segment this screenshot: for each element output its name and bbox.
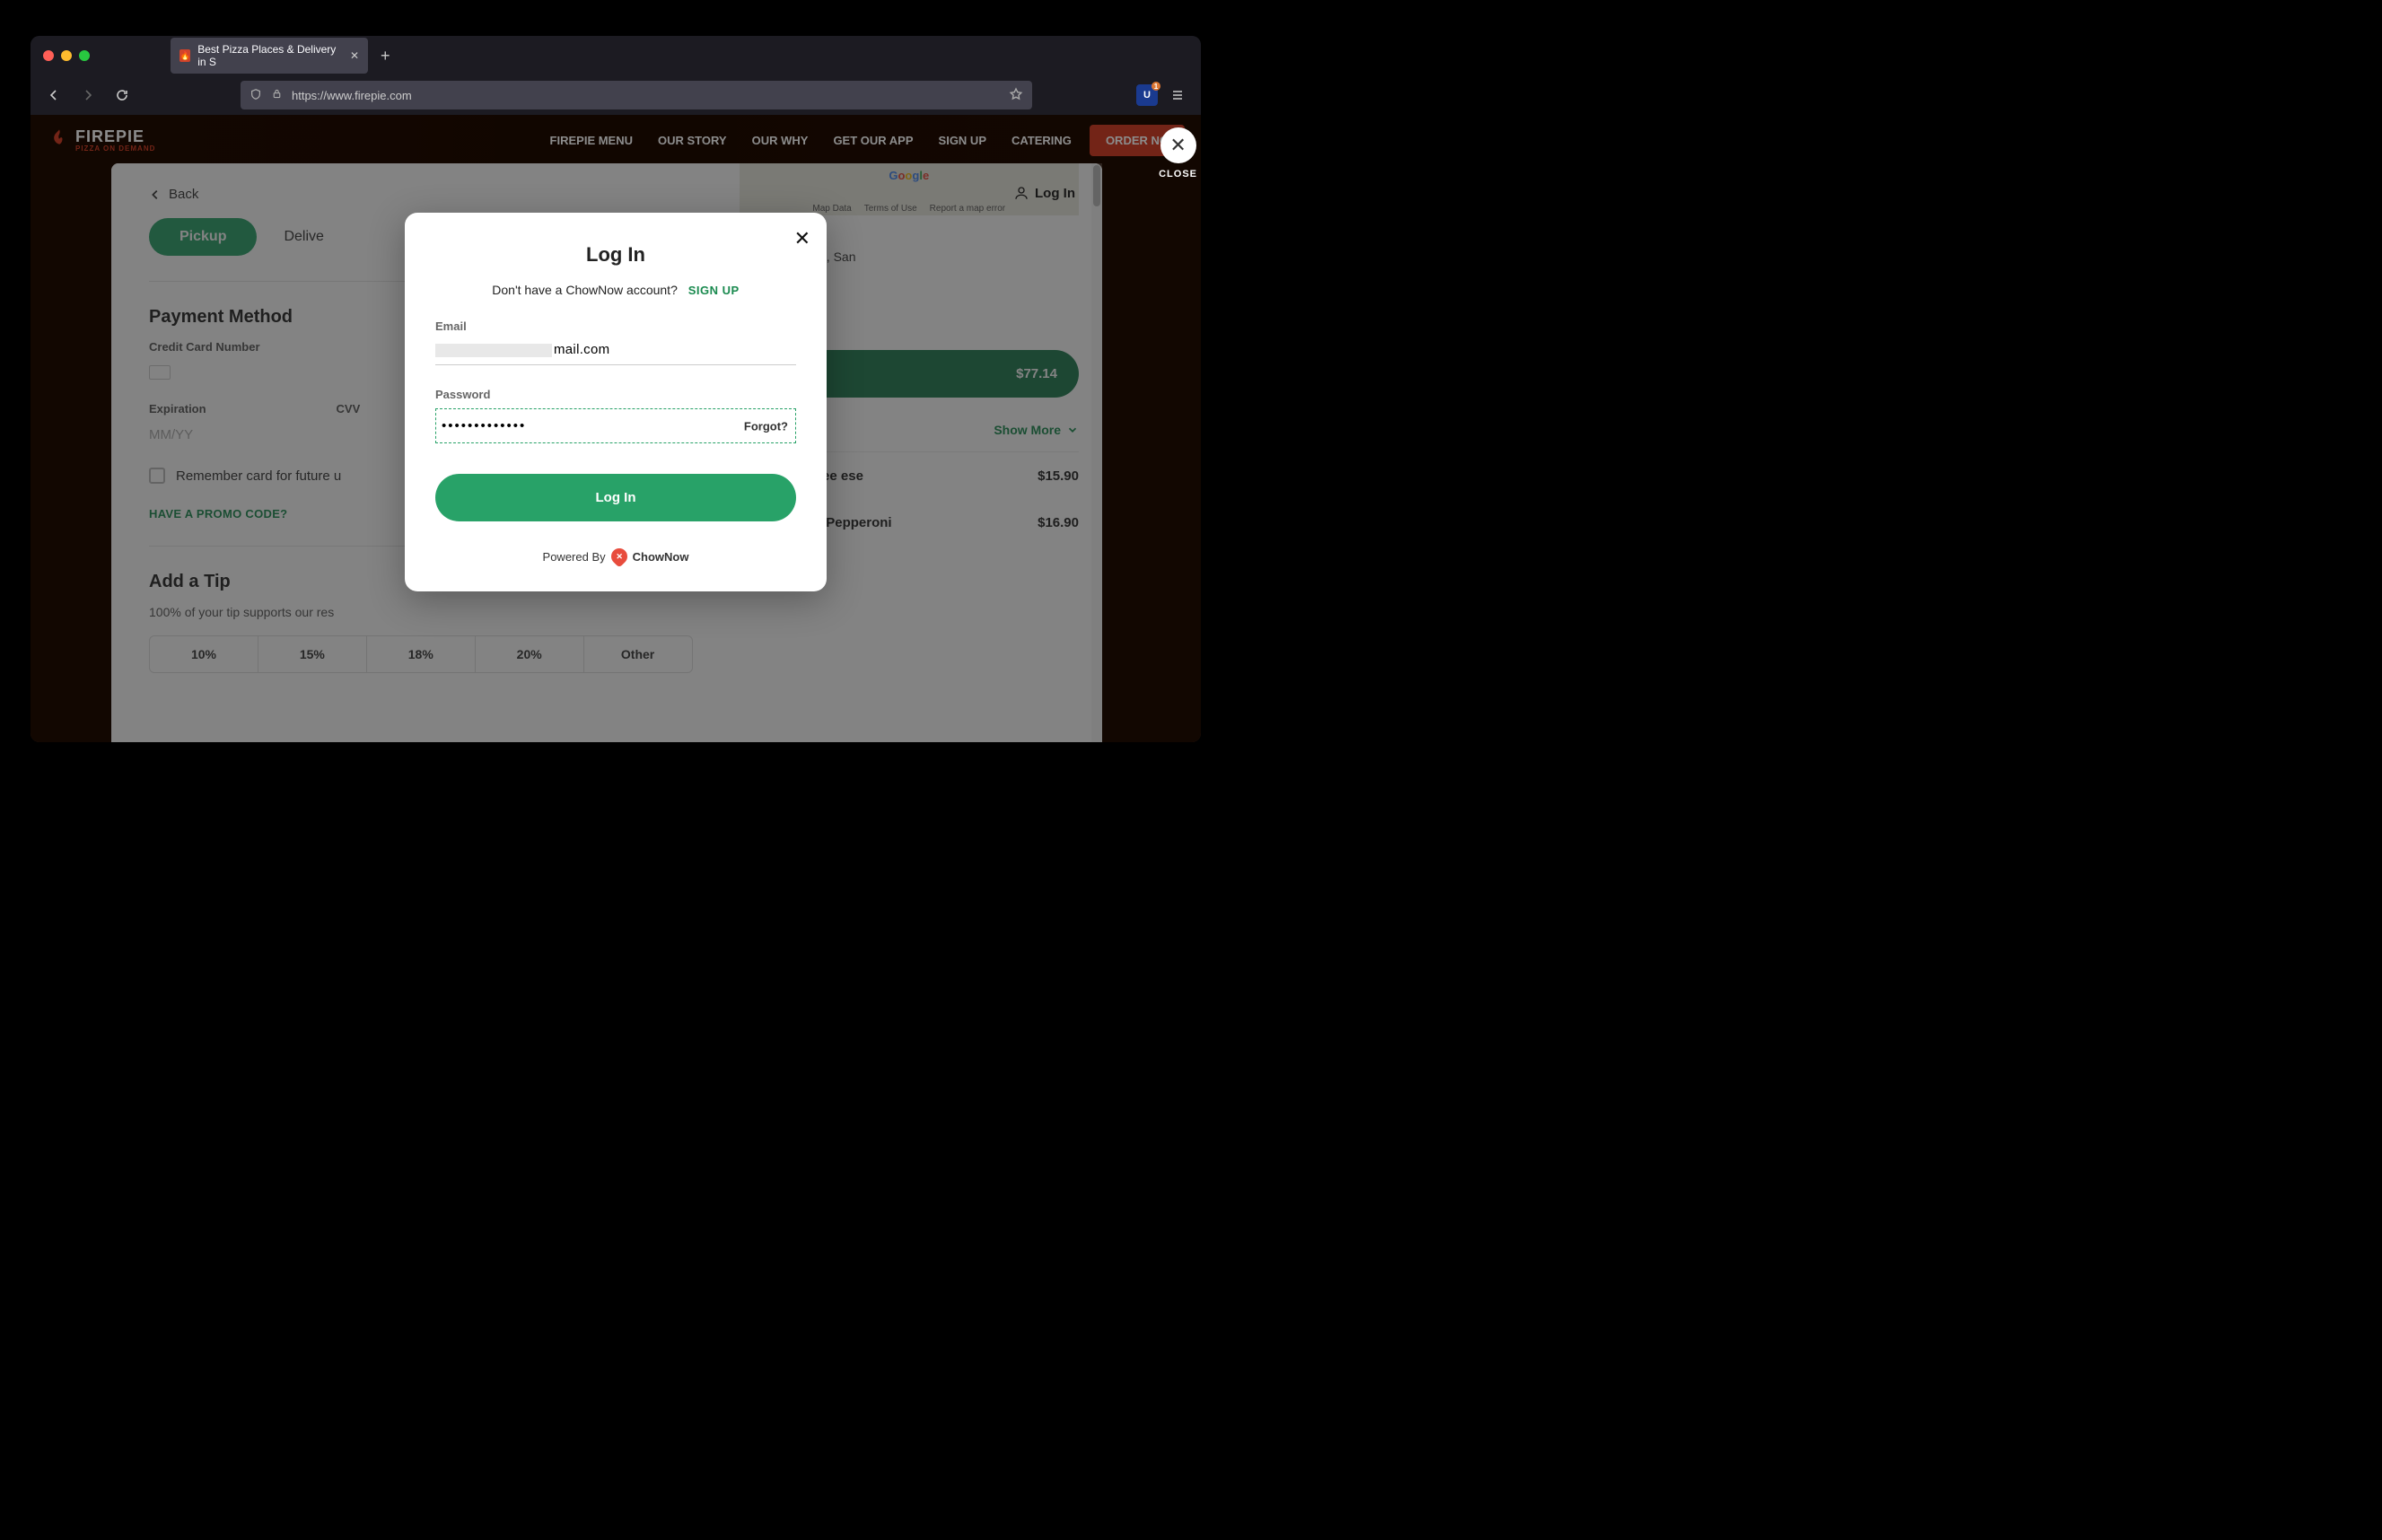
redacted-text bbox=[435, 344, 552, 357]
window-controls bbox=[43, 50, 90, 61]
new-tab-button[interactable]: + bbox=[381, 47, 390, 66]
browser-tab[interactable]: 🔥 Best Pizza Places & Delivery in S ✕ bbox=[171, 38, 368, 74]
url-text: https://www.firepie.com bbox=[292, 89, 412, 102]
reload-button[interactable] bbox=[108, 81, 136, 109]
minimize-window-button[interactable] bbox=[61, 50, 72, 61]
password-input-wrap: Forgot? bbox=[435, 408, 796, 443]
tab-close-icon[interactable]: ✕ bbox=[350, 49, 359, 62]
page-content: FIREPIE PIZZA ON DEMAND FIREPIE MENU OUR… bbox=[31, 115, 1201, 742]
chownow-brand: ChowNow bbox=[633, 550, 689, 564]
back-button[interactable] bbox=[39, 81, 68, 109]
powered-by: Powered By ChowNow bbox=[435, 548, 796, 564]
login-modal: ✕ Log In Don't have a ChowNow account? S… bbox=[405, 213, 827, 591]
signup-link[interactable]: SIGN UP bbox=[688, 284, 740, 297]
chownow-icon bbox=[608, 545, 630, 567]
lock-icon bbox=[271, 88, 283, 102]
modal-close-button[interactable]: ✕ bbox=[794, 227, 810, 250]
close-icon: ✕ bbox=[1160, 127, 1196, 163]
close-label: CLOSE bbox=[1159, 169, 1197, 179]
favicon-icon: 🔥 bbox=[180, 49, 190, 62]
menu-button[interactable] bbox=[1163, 81, 1192, 109]
url-bar[interactable]: https://www.firepie.com bbox=[241, 81, 1032, 109]
email-input[interactable]: mail.com bbox=[435, 335, 796, 365]
modal-title: Log In bbox=[435, 243, 796, 267]
bookmark-star-icon[interactable] bbox=[1009, 87, 1023, 104]
password-input[interactable] bbox=[442, 411, 790, 441]
forgot-link[interactable]: Forgot? bbox=[744, 419, 788, 433]
forward-button[interactable] bbox=[74, 81, 102, 109]
shield-icon bbox=[250, 88, 262, 103]
password-field: Password Forgot? bbox=[435, 387, 796, 443]
close-overlay-button[interactable]: ✕ CLOSE bbox=[1159, 127, 1197, 179]
login-submit-button[interactable]: Log In bbox=[435, 474, 796, 521]
toolbar: https://www.firepie.com U bbox=[31, 75, 1201, 115]
browser-window: 🔥 Best Pizza Places & Delivery in S ✕ + … bbox=[31, 36, 1201, 742]
tab-title: Best Pizza Places & Delivery in S bbox=[197, 43, 337, 68]
email-field: Email mail.com bbox=[435, 319, 796, 365]
close-window-button[interactable] bbox=[43, 50, 54, 61]
modal-subtext: Don't have a ChowNow account? SIGN UP bbox=[435, 283, 796, 297]
password-label: Password bbox=[435, 388, 490, 401]
extension-badge[interactable]: U bbox=[1136, 84, 1158, 106]
titlebar: 🔥 Best Pizza Places & Delivery in S ✕ + bbox=[31, 36, 1201, 75]
email-label: Email bbox=[435, 319, 467, 333]
maximize-window-button[interactable] bbox=[79, 50, 90, 61]
